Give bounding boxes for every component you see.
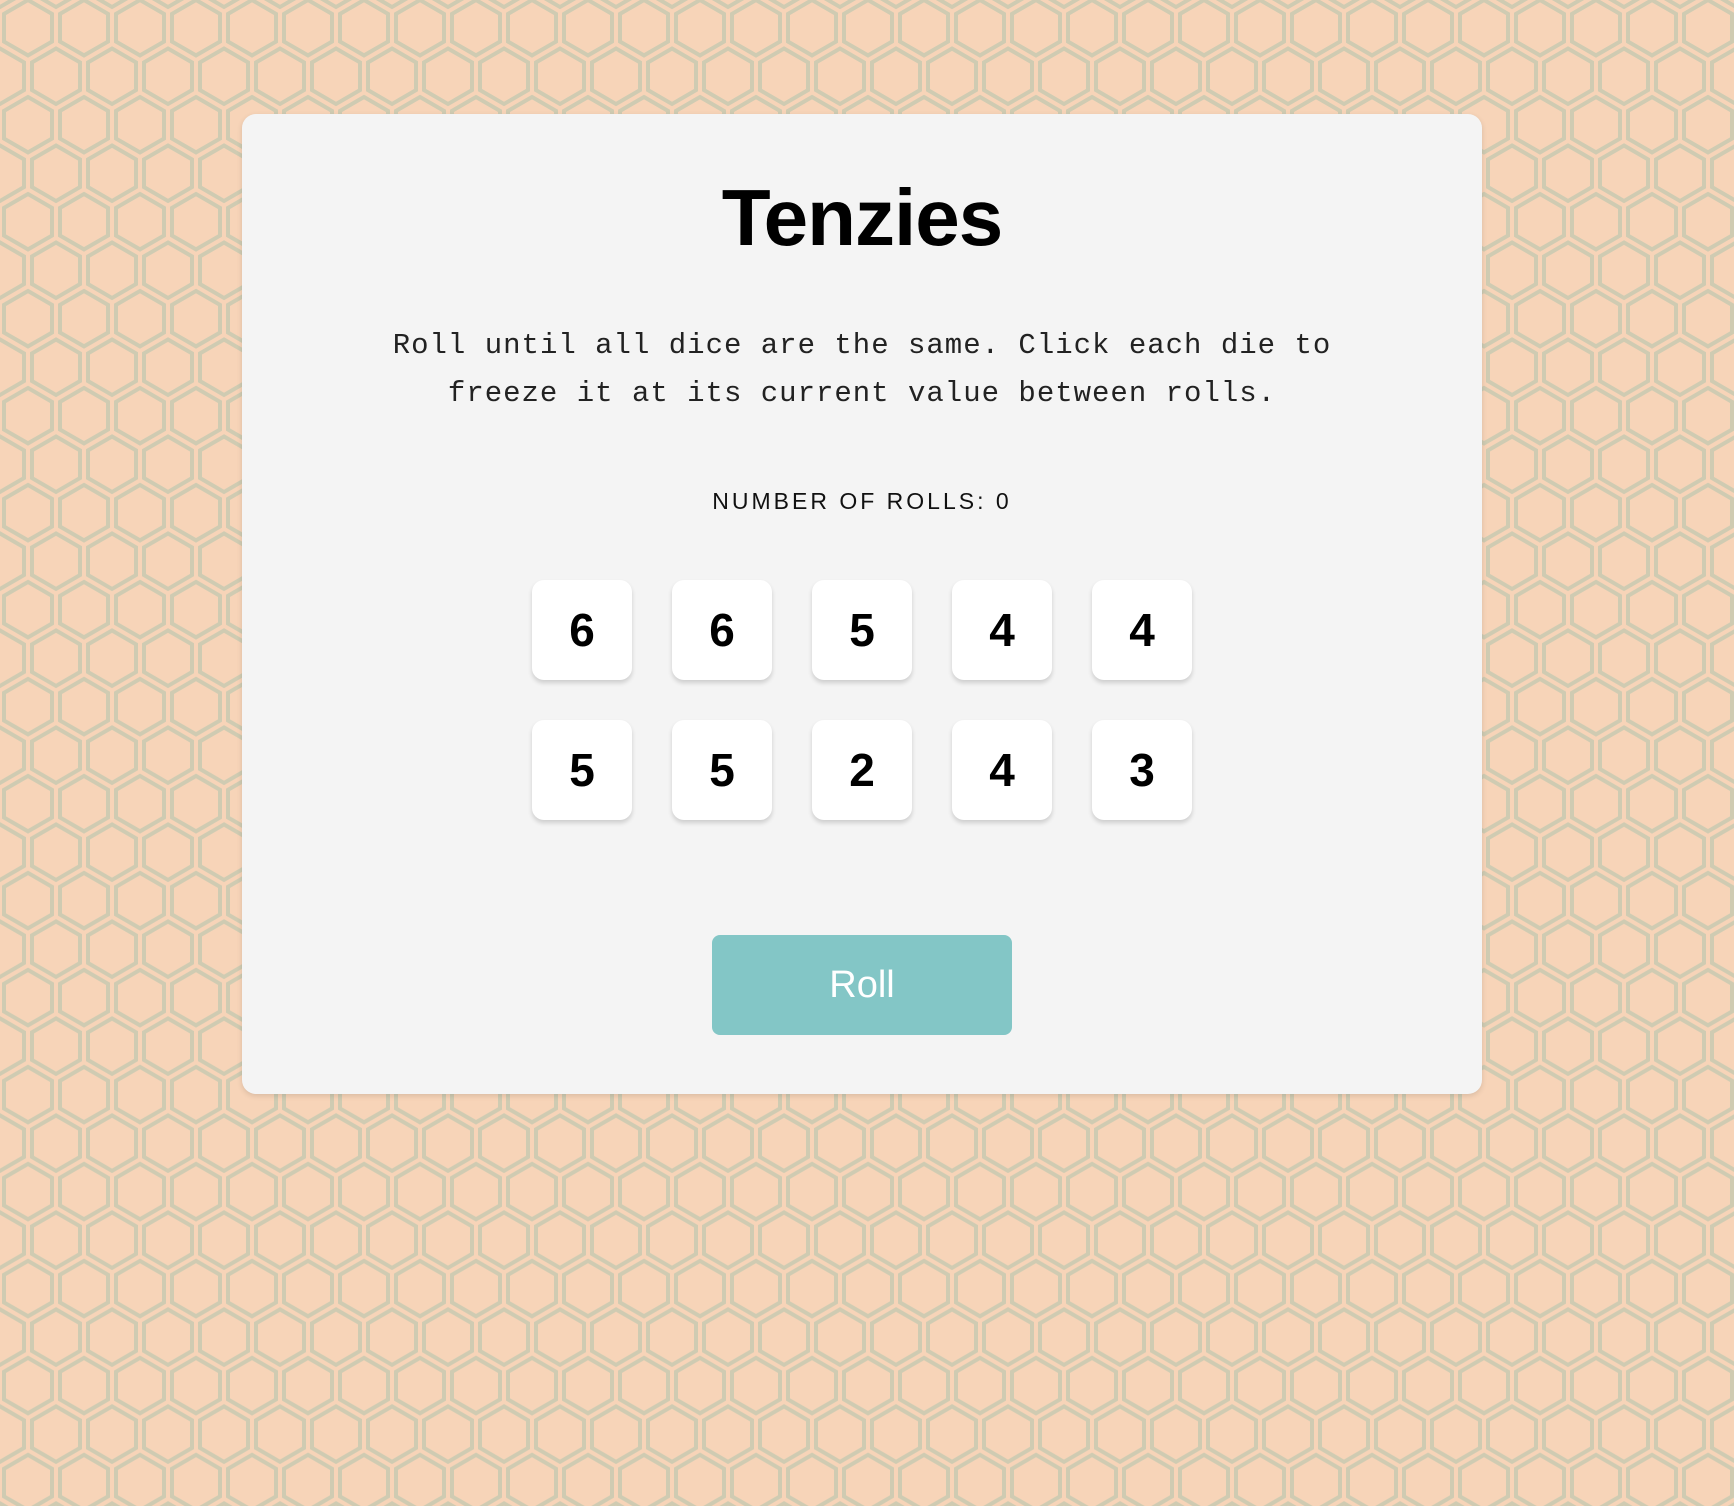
game-card: Tenzies Roll until all dice are the same… — [242, 114, 1482, 1094]
die-4[interactable]: 4 — [952, 580, 1052, 680]
die-7[interactable]: 5 — [672, 720, 772, 820]
die-3[interactable]: 5 — [812, 580, 912, 680]
roll-counter: NUMBER OF ROLLS: 0 — [712, 488, 1012, 514]
roll-button[interactable]: Roll — [712, 935, 1012, 1035]
die-5[interactable]: 4 — [1092, 580, 1192, 680]
game-instructions: Roll until all dice are the same. Click … — [392, 329, 1332, 410]
die-9[interactable]: 4 — [952, 720, 1052, 820]
die-1[interactable]: 6 — [532, 580, 632, 680]
dice-grid: 6 6 5 4 4 5 5 2 4 3 — [532, 580, 1192, 820]
die-8[interactable]: 2 — [812, 720, 912, 820]
die-10[interactable]: 3 — [1092, 720, 1192, 820]
game-title: Tenzies — [721, 173, 1004, 262]
die-2[interactable]: 6 — [672, 580, 772, 680]
die-6[interactable]: 5 — [532, 720, 632, 820]
